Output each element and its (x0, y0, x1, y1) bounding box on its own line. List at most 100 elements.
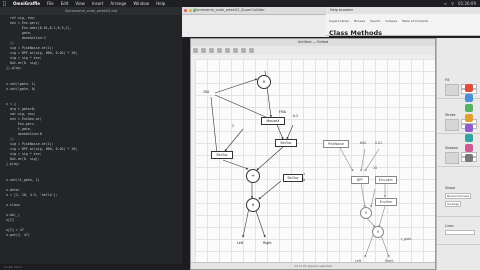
node-add[interactable]: + (246, 169, 260, 183)
node-right[interactable]: Right (263, 241, 272, 245)
code-text: s.meter (6, 187, 20, 192)
node-sinosc-3[interactable]: SinOsc (283, 174, 303, 182)
node-mousex[interactable]: MouseX (261, 117, 285, 125)
code-area[interactable]: ref sig, env; env = Env.perc( Env.adsr(0… (0, 16, 182, 238)
node-multiply-gray-1[interactable]: × (360, 207, 372, 219)
node-multiply-bottom[interactable]: × (246, 198, 260, 212)
zoom-icon[interactable] (193, 9, 196, 12)
help-window-title: Help browser (326, 7, 480, 14)
window-controls (184, 9, 196, 12)
stroke-label: Stroke (445, 113, 456, 117)
node-sinosc-2[interactable]: SinOsc (275, 139, 297, 147)
dock-app-icon[interactable] (465, 134, 473, 142)
code-line[interactable]: x.put(2, 47) (0, 233, 182, 238)
node-bpf[interactable]: BPF (351, 176, 369, 184)
node-multiply-gray-2[interactable]: × (372, 226, 384, 238)
code-text: x.put(2, 47) (6, 233, 30, 238)
node-600[interactable]: 600 (360, 141, 366, 145)
node-fma[interactable]: FMA (279, 110, 286, 114)
code-text: sig = sig * env; (6, 152, 42, 157)
code-text: doneAction:0 (6, 132, 42, 137)
node-0[interactable]: 0 (303, 178, 305, 182)
editor-title: Somename_code_week02.md (0, 7, 182, 15)
stroke-preview[interactable] (445, 119, 459, 131)
node-1[interactable]: 1 (303, 172, 305, 176)
shape-label: Shape (445, 186, 456, 190)
shape-tool-icon[interactable] (201, 48, 206, 53)
hand-tool-icon[interactable] (241, 48, 246, 53)
line-tool-icon[interactable] (209, 48, 214, 53)
code-text: x = [1, 20, 4.5, 'hello']; (6, 192, 58, 197)
node-2[interactable]: 2 (232, 124, 234, 128)
menu-file[interactable]: File (47, 1, 54, 6)
menu-view[interactable]: View (75, 1, 85, 6)
minimize-icon[interactable] (188, 9, 192, 12)
menu-insert[interactable]: Insert (92, 1, 103, 6)
node-t-gate[interactable]: t_gate (401, 237, 411, 241)
fill-preview[interactable] (445, 84, 459, 96)
code-text: ref sig, env; (6, 16, 36, 20)
code-text: x.do(_) (6, 212, 20, 217)
node-0-02[interactable]: 0.02 (375, 141, 382, 145)
code-text: x[2] = 47 (6, 227, 24, 232)
dock-app-icon[interactable] (465, 94, 473, 102)
shadow-preview[interactable] (445, 152, 459, 164)
menu-edit[interactable]: Edit (61, 1, 69, 6)
node-sinosc-1[interactable]: SinOsc (211, 151, 233, 159)
code-text: Env.perc, (6, 121, 36, 126)
help-tab-supercollider[interactable]: SuperCollider (329, 19, 349, 23)
code-text: x.set(\gate, 1) (6, 81, 36, 86)
search-icon[interactable]: ⚲ (451, 1, 454, 6)
menu-bar:  OmniGraffle File Edit View Insert Arra… (0, 0, 480, 7)
code-text: t_gate, (6, 127, 32, 132)
node-envgen[interactable]: EnvGen (375, 198, 397, 206)
menu-window[interactable]: Window (133, 1, 149, 6)
zoom-tool-icon[interactable] (249, 48, 254, 53)
help-tab-toc[interactable]: Table of Contents (402, 19, 428, 23)
dock-app-icon[interactable] (465, 84, 473, 92)
node-0-2[interactable]: 0.2 (293, 114, 298, 118)
node-multiply-top[interactable]: × (257, 75, 271, 89)
code-text: x.set(\gate, 0) (6, 86, 36, 91)
wifi-icon[interactable]: ≈ (444, 1, 447, 6)
select-tool-icon[interactable] (193, 48, 198, 53)
code-text: env = Env.perc( (6, 21, 40, 26)
menu-help[interactable]: Help (156, 1, 165, 6)
magnet-tool-icon[interactable] (233, 48, 238, 53)
fill-label: Fill (445, 78, 450, 82)
help-tab-search[interactable]: Search (370, 19, 380, 23)
diagram-canvas[interactable]: 200 × FMA MouseX 2 0.2 SinOsc SinOsc + S… (195, 59, 435, 263)
close-icon[interactable] (184, 9, 187, 12)
dock-app-icon[interactable] (465, 114, 473, 122)
dock-app-icon[interactable] (465, 104, 473, 112)
node-200[interactable]: 200 (203, 90, 209, 94)
background-window-title: Somename_code_week02_SuperCollider (182, 7, 329, 15)
node-left[interactable]: Left (237, 241, 243, 245)
help-tab-indexes[interactable]: Indexes (385, 19, 397, 23)
dock-app-icon[interactable] (465, 144, 473, 152)
background-window[interactable]: Somename_code_week02_SuperCollider (182, 7, 329, 37)
code-text: x.set(\t_gate, 1) (6, 177, 40, 182)
dock (458, 82, 480, 270)
code-text: sig = PinkNoise.ar(1); (6, 46, 54, 51)
menu-app-name[interactable]: OmniGraffle (13, 1, 40, 6)
pen-tool-icon[interactable] (225, 48, 230, 53)
help-window: Help browser SuperCollider Browse Search… (326, 7, 480, 37)
shadow-label: Shadow (445, 146, 459, 150)
node-20[interactable]: 20 (373, 166, 377, 170)
code-text: x = { (6, 101, 16, 106)
code-text: Out.ar(0, sig); (6, 157, 40, 162)
code-editor-window: Somename_code_week02.md ref sig, env; en… (0, 7, 182, 270)
help-tab-browse[interactable]: Browse (354, 19, 365, 23)
dock-app-icon[interactable] (465, 124, 473, 132)
menu-arrange[interactable]: Arrange (110, 1, 126, 6)
menu-clock[interactable]: 01:26:09 (458, 1, 476, 6)
dock-app-icon[interactable] (465, 154, 473, 162)
node-envperc[interactable]: Env.perc (375, 176, 397, 184)
diagram-window: Untitled — Edited 200 × FMA MouseX 2 0.2… (190, 38, 436, 270)
apple-icon[interactable]:  (3, 1, 6, 7)
text-tool-icon[interactable] (217, 48, 222, 53)
node-pinknoise[interactable]: PinkNoise (323, 140, 349, 148)
code-text: ); (6, 137, 14, 142)
code-text: Out.ar(0, sig); (6, 61, 40, 66)
